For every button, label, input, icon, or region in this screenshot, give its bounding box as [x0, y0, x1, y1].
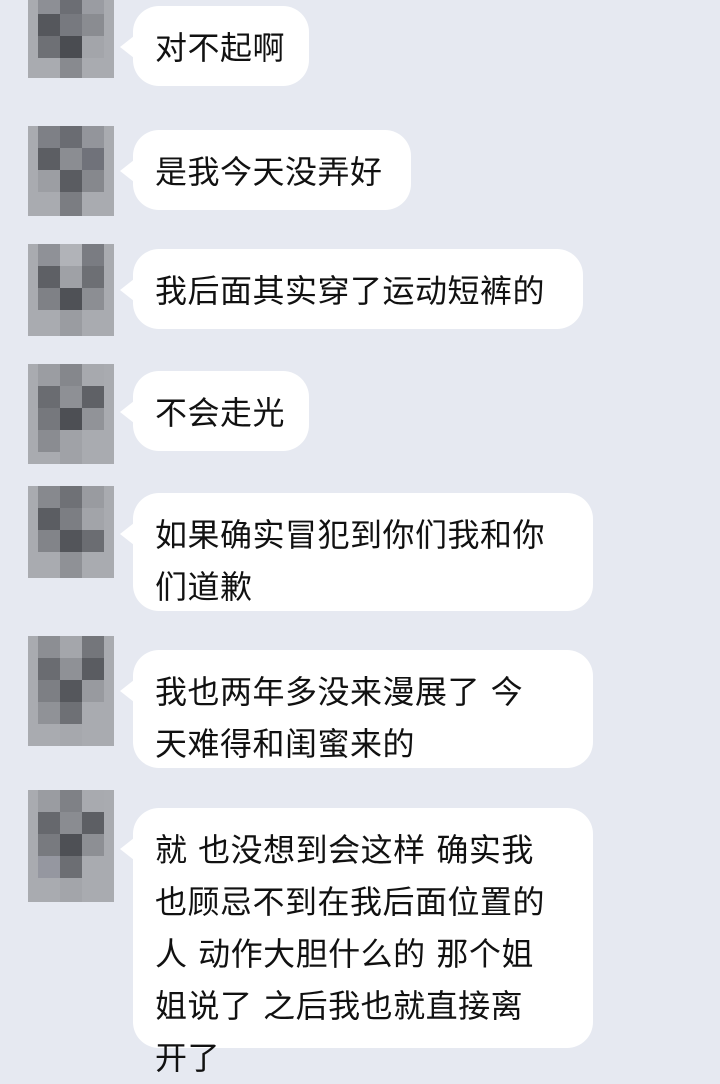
- sender-avatar[interactable]: [28, 244, 114, 336]
- message-bubble: 不会走光: [120, 371, 309, 451]
- message-bubble: 我后面其实穿了运动短裤的: [120, 249, 583, 329]
- message-bubble: 如果确实冒犯到你们我和你 们道歉: [120, 493, 593, 611]
- sender-avatar[interactable]: [28, 636, 114, 746]
- sender-avatar[interactable]: [28, 486, 114, 578]
- message-bubble: 对不起啊: [120, 6, 309, 86]
- message-bubble: 我也两年多没来漫展了 今 天难得和闺蜜来的: [120, 650, 593, 768]
- sender-avatar[interactable]: [28, 364, 114, 464]
- chat-thread: 对不起啊 是我今天没弄好 我后面其实穿了运动短裤的 不会走光 如果确实冒犯到你们…: [0, 0, 720, 1077]
- sender-avatar[interactable]: [28, 790, 114, 902]
- message-bubble: 是我今天没弄好: [120, 130, 411, 210]
- sender-avatar[interactable]: [28, 0, 114, 78]
- message-bubble: 就 也没想到会这样 确实我 也顾忌不到在我后面位置的 人 动作大胆什么的 那个姐…: [120, 808, 593, 1077]
- sender-avatar[interactable]: [28, 126, 114, 216]
